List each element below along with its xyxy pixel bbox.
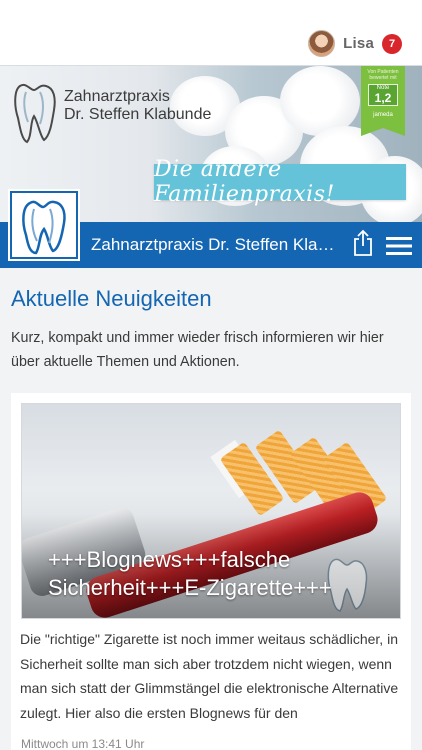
news-card-excerpt: Die "richtige" Zigarette ist noch immer … [20,631,399,721]
tooth-logo-icon [12,193,76,257]
notification-badge[interactable]: 7 [382,33,402,54]
avatar[interactable] [308,30,336,57]
news-card[interactable]: +++Blognews+++falsche Sicherheit+++E-Zig… [11,393,411,750]
slogan-banner: Die andere Familienpraxis! [154,157,406,207]
news-card-timestamp: Mittwoch um 13:41 Uhr [21,737,145,750]
section-heading: Aktuelle Neuigkeiten [11,286,212,311]
practice-brand: Zahnarztpraxis Dr. Steffen Klabunde [64,88,211,124]
jameda-grade-box: Note 1,2 [368,84,398,106]
page-title: Zahnarztpraxis Dr. Steffen Klabunde [91,235,341,254]
user-profile[interactable]: Lisa 7 [308,30,402,57]
jameda-caption: Von Patienten bewertet mit [367,69,399,81]
tooth-logo-icon [14,83,56,144]
jameda-ribbon-tail [361,128,405,136]
section-intro: Kurz, kompakt und immer wieder frisch in… [11,330,384,370]
brand-line-1: Zahnarztpraxis [64,88,170,105]
main-content: Aktuelle Neuigkeiten Kurz, kompakt und i… [0,268,422,750]
share-icon[interactable] [352,229,374,257]
news-card-image[interactable]: +++Blognews+++falsche Sicherheit+++E-Zig… [21,403,401,619]
hamburger-menu-icon[interactable] [386,236,412,256]
user-name[interactable]: Lisa [343,35,374,52]
top-bar: Lisa 7 [0,0,422,66]
jameda-note-value: 1,2 [374,91,392,105]
jameda-brand: jameda [373,112,393,118]
brand-line-2: Dr. Steffen Klabunde [64,106,212,123]
jameda-rating-badge[interactable]: Von Patienten bewertet mit Note 1,2 jame… [361,66,405,128]
news-card-title[interactable]: +++Blognews+++falsche Sicherheit+++E-Zig… [48,546,368,602]
app-logo-tile[interactable] [10,191,78,259]
app-screen: Lisa 7 Zahnarztpraxis Dr. Steffen Klabun… [0,0,422,750]
